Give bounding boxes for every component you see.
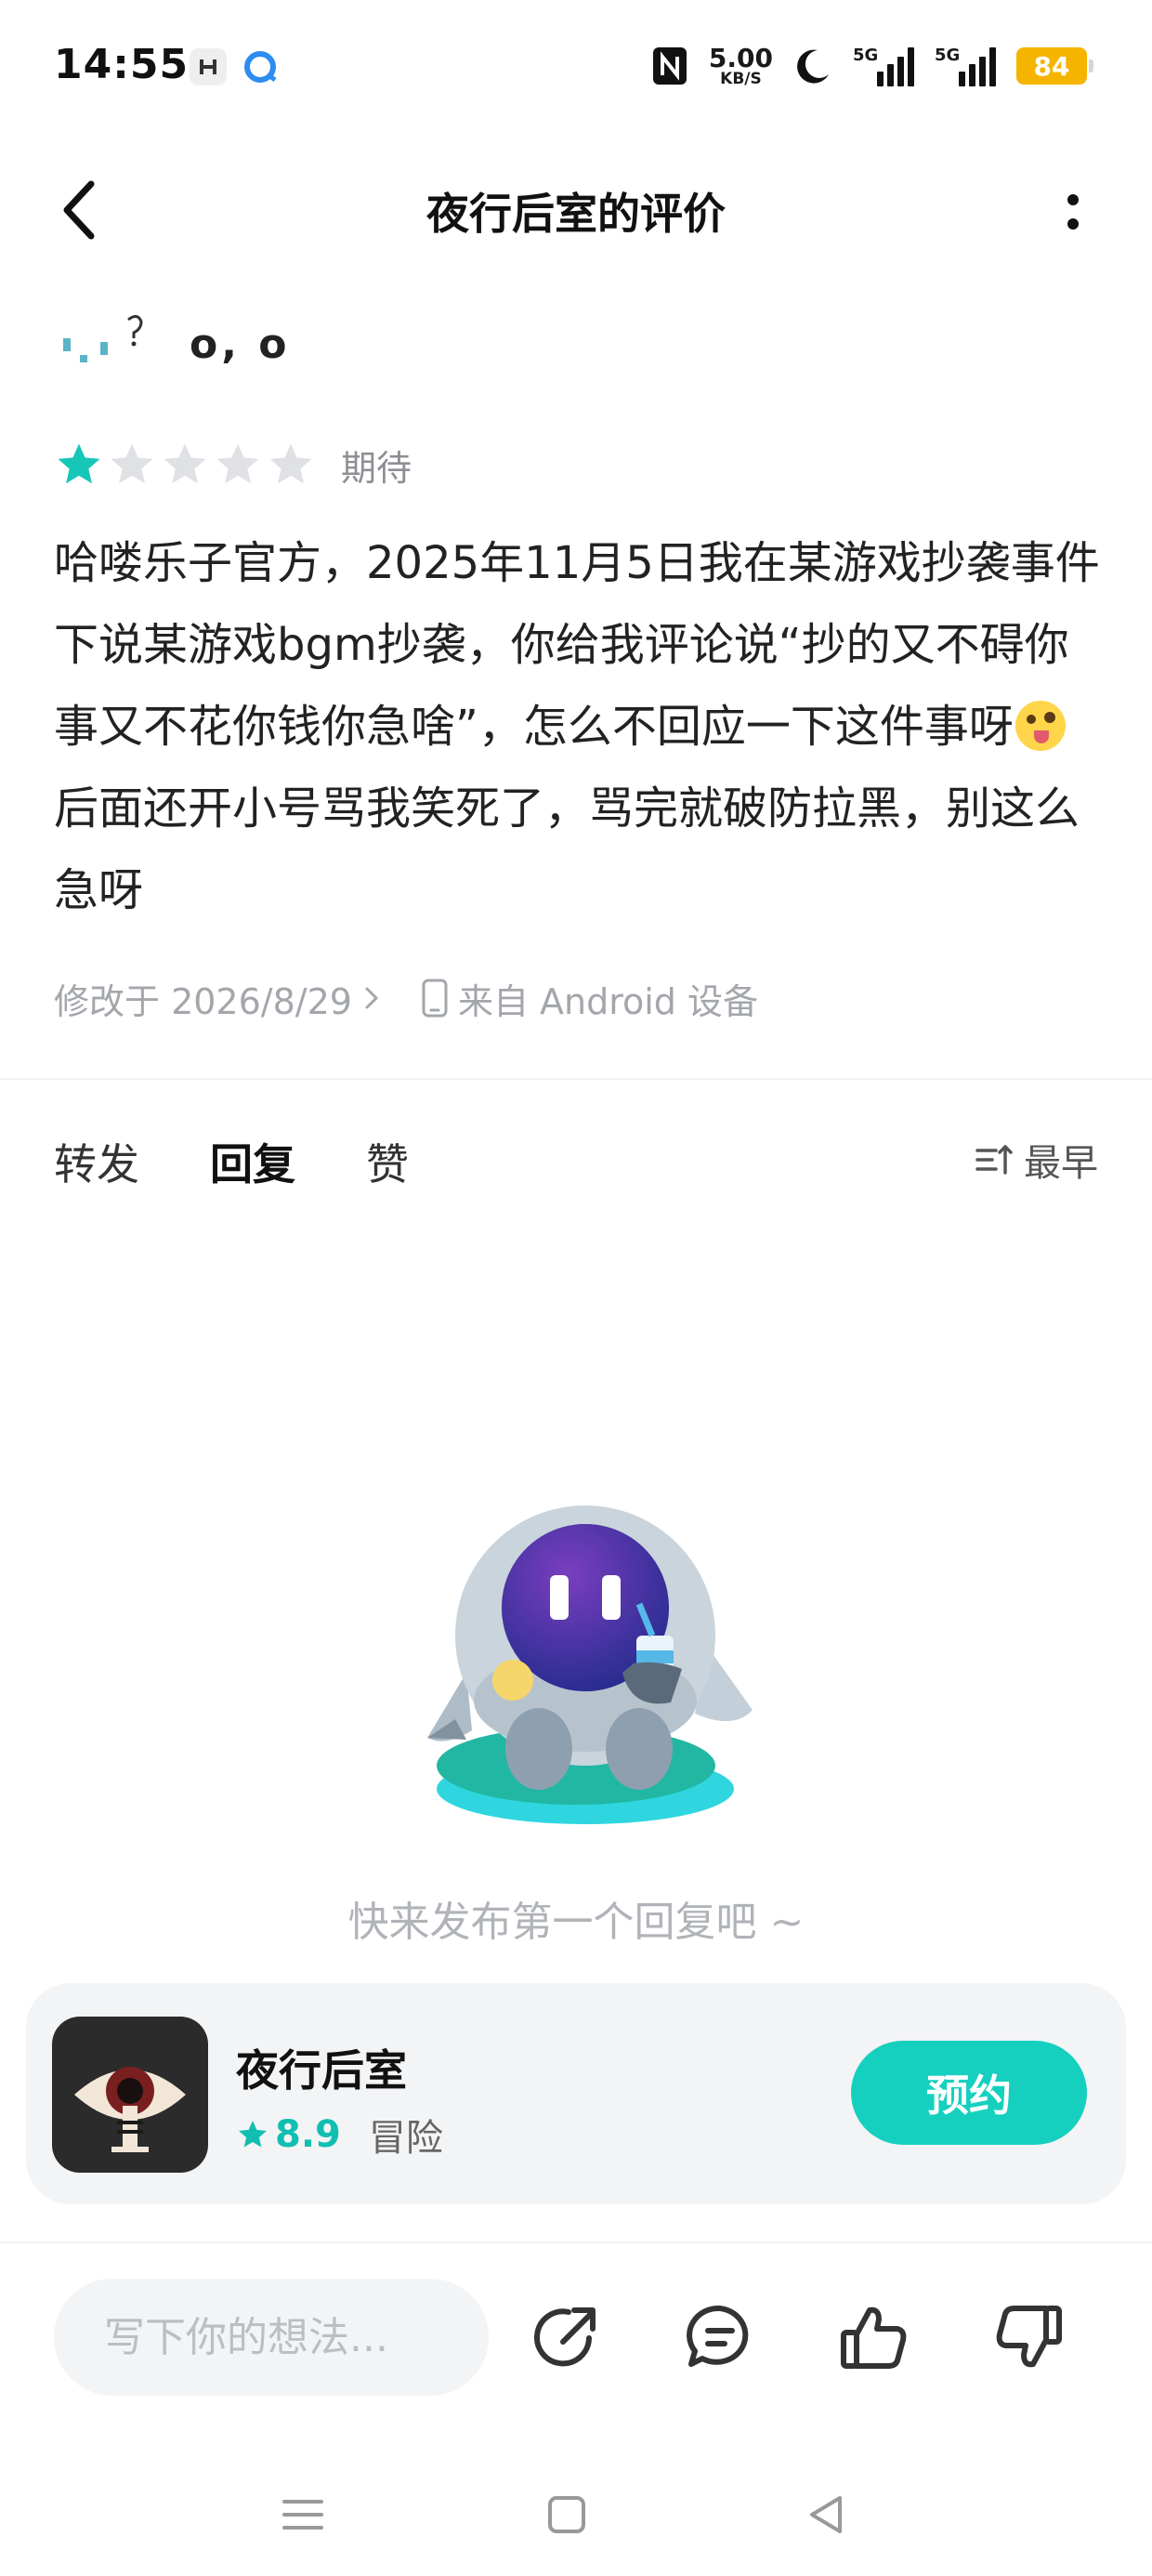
game-info: 8.9 冒险	[236, 2108, 443, 2162]
system-back-button[interactable]	[799, 2487, 855, 2543]
recent-apps-button[interactable]	[275, 2487, 331, 2543]
tongue-out-emoji-icon	[1015, 701, 1066, 751]
review-text-part-2: 后面还开小号骂我笑死了，骂完就破防拉黑，别这么急呀	[54, 782, 1080, 916]
divider	[0, 2241, 1152, 2243]
page-title: 夜行后室的评价	[426, 189, 726, 239]
star-icon-empty	[164, 443, 206, 484]
divider	[0, 1078, 1152, 1080]
star-icon	[239, 2121, 267, 2148]
review-meta: 修改于 2026/8/29 来自 Android 设备	[54, 970, 758, 1026]
system-nav-bar	[0, 2453, 1152, 2576]
more-dot-icon	[1067, 218, 1079, 230]
reply-tabs: 转发 回复 赞	[54, 1124, 409, 1202]
signal-2: 5G	[935, 46, 996, 86]
avatar[interactable]	[54, 305, 154, 383]
dislike-button[interactable]	[988, 2297, 1068, 2377]
status-time: 14:55	[54, 41, 190, 88]
star-icon-empty	[216, 443, 259, 484]
modified-date[interactable]: 修改于 2026/8/29	[54, 973, 352, 1024]
username[interactable]: o, o	[190, 321, 291, 368]
tab-replies[interactable]: 回复	[210, 1131, 295, 1202]
game-score: 8.9	[275, 2113, 341, 2156]
more-options-button[interactable]	[1059, 184, 1087, 240]
sort-label: 最早	[1024, 1142, 1098, 1185]
comment-icon	[687, 2305, 749, 2367]
comment-input[interactable]	[54, 2279, 489, 2396]
review-text-part-1: 哈喽乐子官方，2025年11月5日我在某游戏抄袭事件下说某游戏bgm抄袭，你给我…	[54, 537, 1100, 753]
share-button[interactable]	[526, 2297, 606, 2377]
star-icon-empty	[269, 443, 312, 484]
review-body: 哈喽乐子官方，2025年11月5日我在某游戏抄袭事件下说某游戏bgm抄袭，你给我…	[54, 522, 1104, 931]
tab-forward[interactable]: 转发	[54, 1131, 139, 1192]
empty-state-mascot-illustration	[399, 1487, 771, 1840]
game-icon[interactable]	[52, 2017, 208, 2173]
tab-likes[interactable]: 赞	[366, 1131, 409, 1192]
thumbs-down-icon	[996, 2306, 1062, 2368]
more-dot-icon	[1067, 194, 1079, 205]
thumbs-up-icon	[841, 2307, 907, 2369]
device-source: 来自 Android 设备	[457, 980, 759, 1022]
moon-icon	[797, 49, 829, 84]
home-button[interactable]	[539, 2487, 595, 2543]
avatar-image	[63, 315, 143, 362]
phone-device-icon	[422, 979, 448, 1018]
notification-browser-icon	[242, 48, 279, 85]
rating: 期待	[54, 437, 412, 493]
network-speed-value: 5.00	[708, 42, 773, 73]
signal-2-label: 5G	[935, 46, 961, 65]
signal-1: 5G	[853, 46, 914, 86]
reserve-button[interactable]: 预约	[851, 2041, 1087, 2145]
top-app-bar: 夜行后室的评价	[0, 139, 1152, 275]
network-speed: 5.00 KB/S	[708, 42, 773, 88]
triangle-back-icon	[810, 2496, 842, 2533]
square-icon	[548, 2496, 585, 2533]
star-icon-empty	[111, 443, 153, 484]
signal-1-label: 5G	[853, 46, 879, 65]
rating-label: 期待	[341, 447, 412, 489]
empty-state-text: 快来发布第一个回复吧 ~	[347, 1899, 805, 1946]
game-genre: 冒险	[368, 2117, 443, 2160]
battery-indicator: 84	[1016, 47, 1093, 85]
review-author[interactable]: o, o	[54, 305, 291, 383]
game-name: 夜行后室	[236, 2045, 407, 2096]
network-speed-unit: KB/S	[720, 69, 762, 88]
chevron-right-icon[interactable]	[361, 981, 384, 1015]
game-card[interactable]: 夜行后室 8.9 冒险 预约	[26, 1983, 1126, 2204]
notification-app-icon	[190, 48, 227, 85]
status-bar: 14:55 5.00 KB/S 5G 5G 84	[0, 0, 1152, 139]
star-icon-filled	[58, 443, 100, 484]
share-icon	[534, 2307, 596, 2367]
menu-icon	[282, 2500, 323, 2530]
like-button[interactable]	[834, 2297, 914, 2377]
sort-button[interactable]: 最早	[974, 1132, 1098, 1188]
nfc-icon	[652, 47, 687, 85]
sort-icon	[975, 1145, 1013, 1175]
reply-button[interactable]	[680, 2297, 760, 2377]
